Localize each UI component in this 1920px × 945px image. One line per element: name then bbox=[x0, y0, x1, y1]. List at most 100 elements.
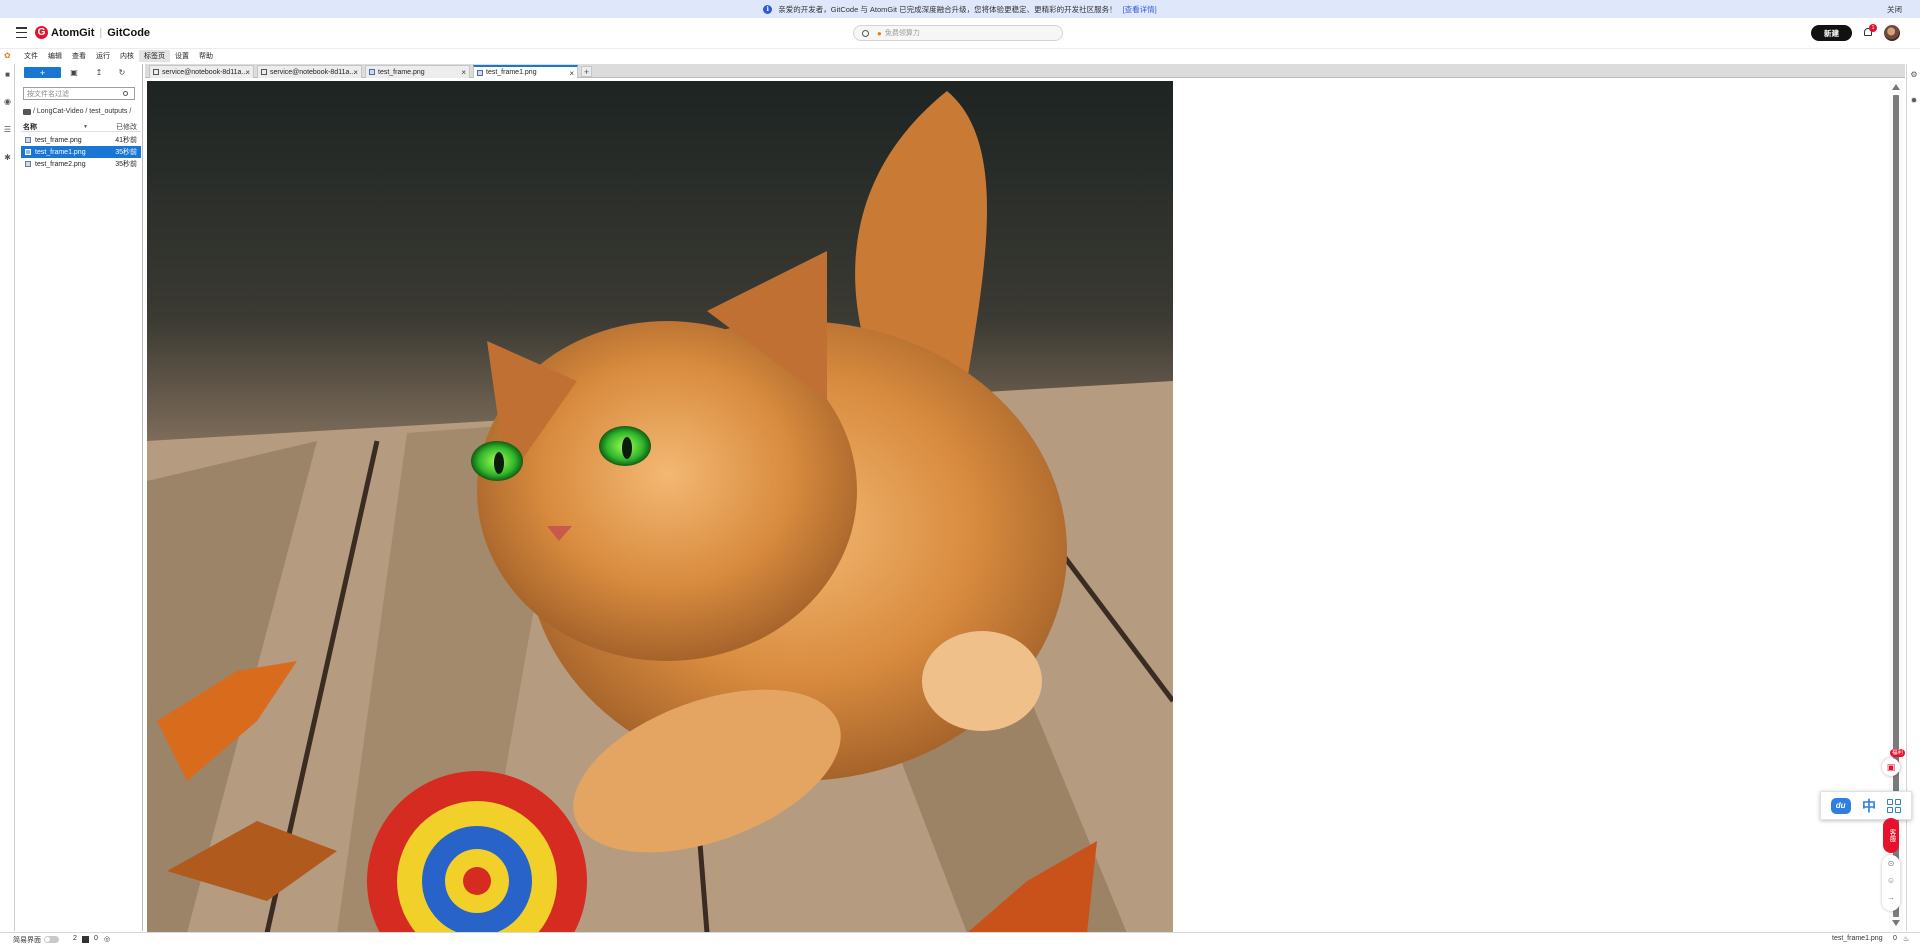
image-file-icon bbox=[25, 149, 31, 155]
file-filter-input[interactable]: 按文件名过滤 bbox=[23, 87, 135, 100]
scroll-down-arrow-icon[interactable] bbox=[1892, 920, 1900, 926]
feedback-icon[interactable]: ☺ bbox=[1886, 876, 1896, 886]
menu-run[interactable]: 运行 bbox=[91, 50, 115, 62]
simple-mode-toggle[interactable] bbox=[44, 936, 59, 943]
document-tab-bar: service@notebook-8d11a... × service@note… bbox=[145, 64, 1905, 78]
cat-photo bbox=[147, 81, 1173, 933]
file-name: test_frame1.png bbox=[35, 148, 86, 156]
notification-bell-icon[interactable]: ♨ bbox=[1903, 935, 1909, 943]
close-icon[interactable]: × bbox=[353, 68, 358, 77]
menu-settings[interactable]: 设置 bbox=[170, 50, 194, 62]
current-file-name: test_frame1.png bbox=[1832, 935, 1883, 942]
banner-message: 亲爱的开发者，GitCode 与 AtomGit 已完成深度融合升级，您将体验更… bbox=[778, 4, 1117, 14]
kernel-count[interactable]: 0 bbox=[94, 935, 98, 942]
search-icon bbox=[862, 29, 869, 37]
notification-bell-icon[interactable]: 1 bbox=[1863, 24, 1877, 38]
tab-terminal-2[interactable]: service@notebook-8d11a... × bbox=[257, 65, 362, 78]
menu-kernel[interactable]: 内核 bbox=[115, 50, 139, 62]
terminal-icon bbox=[153, 69, 159, 75]
file-row-test-frame1[interactable]: test_frame1.png 35秒前 bbox=[21, 146, 141, 158]
breadcrumb[interactable]: / LongCat-Video / test_outputs / bbox=[23, 106, 141, 117]
file-browser: + ▣ ↥ ↻ 按文件名过滤 / LongCat-Video / test_ou… bbox=[16, 64, 143, 931]
refresh-icon[interactable]: ↻ bbox=[117, 67, 127, 78]
image-file-icon bbox=[25, 137, 31, 143]
baidu-du-icon[interactable]: du bbox=[1830, 797, 1851, 814]
file-row-test-frame[interactable]: test_frame.png 41秒前 bbox=[21, 134, 141, 146]
image-file-icon bbox=[369, 69, 375, 75]
brand-gitcode: GitCode bbox=[107, 27, 151, 39]
close-icon[interactable]: × bbox=[245, 68, 250, 77]
add-tab-button[interactable]: + bbox=[581, 66, 592, 77]
customer-service-button[interactable]: 客服 bbox=[1883, 818, 1899, 853]
menu-help[interactable]: 帮助 bbox=[194, 50, 218, 62]
brand-name[interactable]: AtomGit | GitCode bbox=[51, 27, 150, 39]
running-kernels-icon[interactable]: ◉ bbox=[3, 97, 12, 106]
close-icon[interactable]: × bbox=[569, 69, 574, 78]
jupyter-menubar: ✿ 文件 编辑 查看 运行 内核 标签页 设置 帮助 bbox=[0, 49, 1920, 62]
file-name: test_frame2.png bbox=[35, 160, 86, 168]
image-file-icon bbox=[477, 69, 483, 76]
chinese-mode-icon[interactable]: 中 bbox=[1862, 796, 1876, 816]
file-modified: 41秒前 bbox=[115, 137, 137, 144]
banner-close-button[interactable]: 关闭 bbox=[1887, 4, 1902, 15]
arrow-right-icon[interactable]: → bbox=[1886, 893, 1896, 903]
ime-grid-icon[interactable] bbox=[1887, 798, 1902, 813]
tab-label: test_frame.png bbox=[378, 68, 425, 76]
breadcrumb-path[interactable]: / LongCat-Video / test_outputs / bbox=[33, 108, 131, 115]
kernel-icon[interactable]: ◎ bbox=[104, 935, 110, 943]
menu-edit[interactable]: 编辑 bbox=[43, 50, 67, 62]
tab-test-frame1[interactable]: test_frame1.png × bbox=[473, 65, 578, 78]
tab-terminal-1[interactable]: service@notebook-8d11a... × bbox=[149, 65, 254, 78]
sort-caret-icon[interactable]: ▼ bbox=[83, 124, 88, 130]
file-row-test-frame2[interactable]: test_frame2.png 35秒前 bbox=[21, 158, 141, 170]
property-inspector-icon[interactable]: ⚙ bbox=[1910, 71, 1918, 79]
scroll-up-arrow-icon[interactable] bbox=[1892, 84, 1900, 90]
search-icon bbox=[123, 91, 128, 96]
announcement-banner: i 亲爱的开发者，GitCode 与 AtomGit 已完成深度融合升级，您将体… bbox=[0, 0, 1920, 18]
filter-placeholder: 按文件名过滤 bbox=[27, 90, 69, 98]
tab-test-frame[interactable]: test_frame.png × bbox=[365, 65, 470, 78]
brand-atomgit: AtomGit bbox=[51, 27, 95, 39]
new-button[interactable]: 新建 bbox=[1811, 25, 1852, 41]
menu-file[interactable]: 文件 bbox=[19, 50, 43, 62]
notification-count[interactable]: 0 bbox=[1893, 935, 1897, 942]
column-modified[interactable]: 已修改 bbox=[116, 122, 137, 132]
global-search-input[interactable]: ● 免费领算力 bbox=[853, 25, 1063, 41]
debugger-icon[interactable]: ✹ bbox=[1910, 97, 1918, 105]
folder-icon[interactable] bbox=[23, 108, 31, 115]
new-launcher-button[interactable]: + bbox=[24, 67, 61, 78]
file-modified: 35秒前 bbox=[115, 149, 137, 156]
baidu-ime-toolbar[interactable]: du 中 bbox=[1820, 791, 1912, 820]
extensions-icon[interactable]: ✱ bbox=[3, 153, 12, 162]
file-name: test_frame.png bbox=[35, 136, 82, 144]
tab-label: service@notebook-8d11a... bbox=[162, 68, 248, 76]
menu-view[interactable]: 查看 bbox=[67, 50, 91, 62]
status-bar: 简易界面 2 0 ◎ test_frame1.png 0 ♨ bbox=[0, 932, 1920, 945]
user-avatar[interactable] bbox=[1884, 25, 1900, 41]
image-file-icon bbox=[25, 161, 31, 167]
search-placeholder: 免费领算力 bbox=[884, 30, 920, 37]
file-browser-toolbar: + ▣ ↥ ↻ bbox=[16, 67, 143, 79]
hamburger-menu-icon[interactable] bbox=[16, 27, 27, 38]
help-icon[interactable]: ⊙ bbox=[1886, 859, 1896, 869]
upload-icon[interactable]: ↥ bbox=[94, 67, 104, 78]
gift-icon[interactable]: ▣ 福利 bbox=[1882, 749, 1906, 776]
close-icon[interactable]: × bbox=[461, 68, 466, 77]
column-name[interactable]: 名称 bbox=[23, 122, 37, 132]
banner-details-link[interactable]: [查看详情] bbox=[1123, 4, 1157, 15]
terminal-count[interactable]: 2 bbox=[73, 935, 77, 942]
brand-separator: | bbox=[99, 27, 103, 39]
terminal-icon[interactable] bbox=[82, 936, 89, 943]
new-folder-icon[interactable]: ▣ bbox=[69, 67, 79, 78]
gitcode-logo-icon[interactable]: G bbox=[35, 26, 48, 39]
terminal-icon bbox=[261, 69, 267, 75]
image-viewer[interactable] bbox=[147, 81, 1890, 933]
floating-tool-stack: ⊙ ☺ → bbox=[1882, 855, 1900, 911]
gift-badge: 福利 bbox=[1890, 749, 1906, 757]
tab-label: service@notebook-8d11a... bbox=[270, 68, 356, 76]
simple-mode-label: 简易界面 bbox=[13, 937, 41, 944]
site-header: G AtomGit | GitCode ● 免费领算力 新建 1 bbox=[0, 18, 1920, 49]
menu-tabs[interactable]: 标签页 bbox=[139, 49, 170, 62]
folder-icon[interactable]: ■ bbox=[3, 70, 12, 79]
table-of-contents-icon[interactable]: ☰ bbox=[3, 125, 12, 134]
